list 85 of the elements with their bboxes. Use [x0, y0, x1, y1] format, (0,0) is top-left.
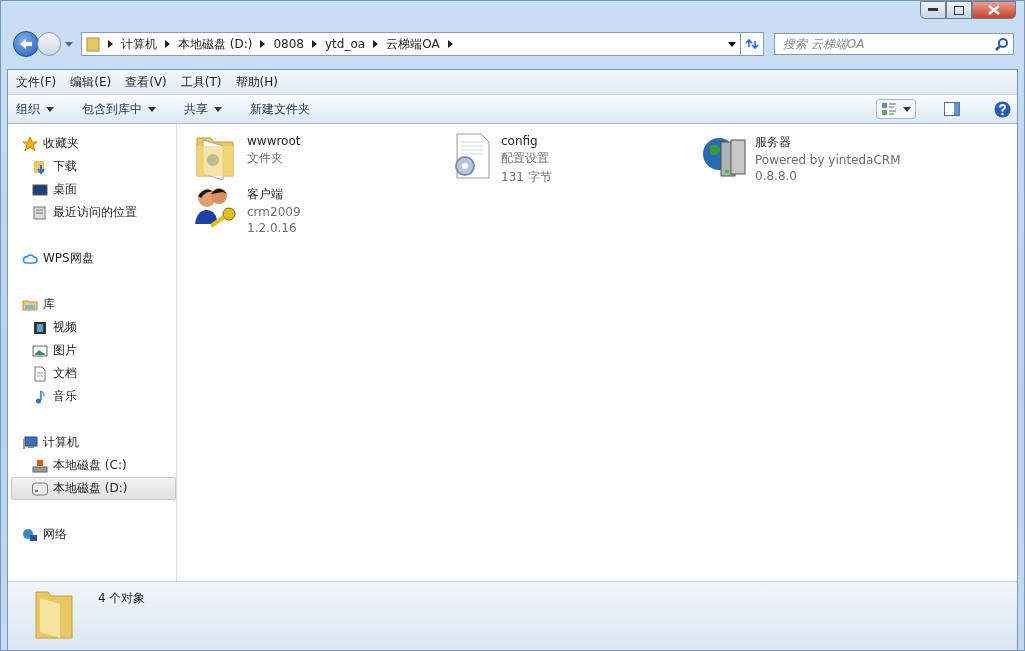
breadcrumb-arrow-icon: [447, 40, 453, 48]
file-item[interactable]: 客户端 crm2009 1.2.0.16: [193, 184, 447, 236]
breadcrumb-item[interactable]: ytd_oa: [325, 37, 366, 51]
sidebar-item[interactable]: 本地磁盘 (D:): [11, 477, 176, 500]
sidebar-item[interactable]: 文档: [11, 362, 176, 385]
toolbar-button[interactable]: 组织: [16, 100, 54, 118]
close-icon: [988, 5, 1000, 15]
menu-item[interactable]: 查看(V): [125, 74, 167, 90]
address-dropdown-icon[interactable]: [728, 41, 736, 47]
search-icon: [995, 38, 1008, 51]
file-detail: 0.8.8.0: [755, 169, 798, 183]
sidebar-item[interactable]: 音乐: [11, 385, 176, 408]
sidebar-group[interactable]: 库: [11, 293, 176, 316]
file-detail: Powered by yintedaCRM: [755, 153, 901, 167]
folder-icon: [86, 36, 100, 52]
menu-item[interactable]: 编辑(E): [70, 74, 112, 90]
file-name: config: [501, 134, 539, 148]
breadcrumb-arrow-icon: [312, 40, 317, 48]
toolbar-button[interactable]: 包含到库中: [82, 100, 156, 118]
minimize-button[interactable]: [920, 1, 946, 19]
desktop-icon: [32, 181, 48, 198]
sidebar-group[interactable]: 计算机: [11, 431, 176, 454]
search-field[interactable]: 搜索 云梯端OA: [774, 33, 1014, 55]
breadcrumb-arrow-icon: [108, 40, 113, 48]
back-arrow-icon: [19, 38, 33, 50]
sidebar-group[interactable]: WPS网盘: [11, 247, 176, 270]
computer-icon: [22, 434, 38, 451]
document-icon: [32, 365, 48, 382]
back-button[interactable]: [13, 31, 39, 57]
file-name: 客户端: [247, 186, 284, 203]
system-drive-icon: [32, 457, 48, 474]
history-dropdown-icon[interactable]: [65, 41, 73, 47]
breadcrumb-item[interactable]: 计算机: [121, 35, 157, 53]
menu-item[interactable]: 工具(T): [180, 74, 222, 90]
minimize-icon: [928, 8, 938, 12]
file-detail: crm2009: [247, 205, 301, 219]
toolbar-button[interactable]: 共享: [184, 100, 222, 118]
file-item[interactable]: 服务器 Powered by yintedaCRM 0.8.8.0: [701, 132, 955, 184]
breadcrumb-arrow-icon: [165, 40, 170, 48]
film-icon: [32, 319, 48, 336]
view-icon: [881, 102, 897, 116]
sidebar-group[interactable]: 网络: [11, 523, 176, 546]
toolbar-button[interactable]: 新建文件夹: [250, 100, 310, 118]
address-bar[interactable]: 计算机 本地磁盘 (D:) 0808 ytd_oa 云梯端OA: [81, 32, 741, 56]
file-name: wwwroot: [247, 134, 301, 148]
breadcrumb-item[interactable]: 云梯端OA: [386, 35, 440, 53]
sidebar-item[interactable]: 桌面: [11, 178, 176, 201]
sidebar-item[interactable]: 下载: [11, 155, 176, 178]
sidebar-item[interactable]: 本地磁盘 (C:): [11, 454, 176, 477]
picture-icon: [32, 342, 48, 359]
sidebar-item[interactable]: 最近访问的位置: [11, 201, 176, 224]
preview-pane-icon: [944, 102, 960, 116]
breadcrumb-arrow-icon: [260, 40, 266, 48]
recent-places-icon: [32, 204, 48, 221]
file-detail: 文件夹: [247, 150, 284, 167]
file-item[interactable]: config 配置设置 131 字节: [447, 132, 701, 184]
download-folder-icon: [32, 158, 48, 175]
help-button[interactable]: [994, 100, 1011, 118]
drive-icon: [32, 480, 48, 497]
status-text: 4 个对象: [98, 590, 146, 607]
maximize-button[interactable]: [946, 1, 972, 19]
file-detail: 1.2.0.16: [247, 221, 298, 235]
view-options-button[interactable]: [876, 99, 916, 119]
file-detail: 配置设置: [501, 150, 550, 167]
menu-item[interactable]: 帮助(H): [235, 74, 278, 90]
menu-item[interactable]: 文件(F): [16, 74, 57, 90]
refresh-icon: [745, 38, 759, 50]
sidebar-item[interactable]: 视频: [11, 316, 176, 339]
network-icon: [22, 526, 38, 543]
file-detail: 131 字节: [501, 169, 552, 186]
star-icon: [22, 135, 38, 152]
sidebar-item[interactable]: 图片: [11, 339, 176, 362]
file-item[interactable]: wwwroot 文件夹: [193, 132, 447, 184]
maximize-icon: [954, 5, 964, 15]
close-button[interactable]: [972, 1, 1016, 19]
preview-pane-button[interactable]: [944, 102, 960, 116]
breadcrumb-item[interactable]: 本地磁盘 (D:): [178, 35, 253, 53]
breadcrumb-item[interactable]: 0808: [273, 37, 304, 51]
folder-icon: [34, 588, 74, 640]
refresh-button[interactable]: [740, 32, 764, 56]
breadcrumb-arrow-icon: [373, 40, 379, 48]
file-name: 服务器: [755, 134, 792, 151]
help-icon: [994, 100, 1011, 118]
dropdown-caret-icon: [903, 106, 911, 112]
sidebar-group[interactable]: 收藏夹: [11, 132, 176, 155]
